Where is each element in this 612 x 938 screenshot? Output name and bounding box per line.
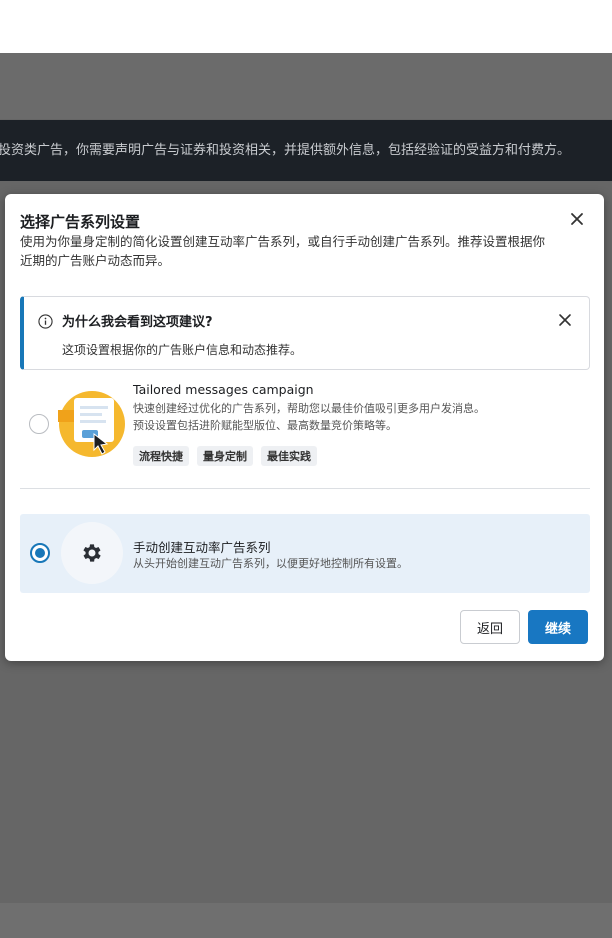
continue-button[interactable]: 继续 (528, 610, 588, 644)
radio-manual-engagement[interactable] (30, 543, 50, 563)
option-manual-engagement[interactable]: 手动创建互动率广告系列 从头开始创建互动广告系列，以便更好地控制所有设置。 (20, 514, 590, 593)
backdrop-header (0, 53, 612, 119)
close-icon[interactable] (568, 210, 586, 228)
dialog-description: 使用为你量身定制的简化设置创建互动率广告系列，或自行手动创建广告系列。推荐设置根… (20, 234, 546, 268)
campaign-setup-dialog: 选择广告系列设置 使用为你量身定制的简化设置创建互动率广告系列，或自行手动创建广… (5, 194, 604, 661)
back-button[interactable]: 返回 (460, 610, 520, 644)
info-icon (38, 314, 53, 329)
options-divider (20, 488, 590, 489)
tag-fast: 流程快捷 (133, 446, 189, 466)
info-title: 为什么我会看到这项建议? (62, 315, 213, 330)
option-title: 手动创建互动率广告系列 (133, 540, 271, 555)
option-title: Tailored messages campaign (133, 382, 314, 397)
gear-icon (83, 544, 101, 562)
notice-banner-text: 投资类广告，你需要声明广告与证券和投资相关，并提供额外信息，包括经验证的受益方和… (0, 143, 571, 158)
tailored-campaign-illustration-icon (58, 391, 125, 457)
top-bar (0, 0, 612, 53)
dismiss-info-icon[interactable] (557, 312, 573, 328)
tag-best-practice: 最佳实践 (261, 446, 317, 466)
recommendation-info-box: 为什么我会看到这项建议? 这项设置根据你的广告账户信息和动态推荐。 (20, 296, 590, 370)
tag-tailored: 量身定制 (197, 446, 253, 466)
gear-icon-container (61, 522, 123, 584)
notice-banner: 投资类广告，你需要声明广告与证券和投资相关，并提供额外信息，包括经验证的受益方和… (0, 120, 612, 181)
info-text: 这项设置根据你的广告账户信息和动态推荐。 (62, 343, 303, 357)
option-description: 从头开始创建互动广告系列，以便更好地控制所有设置。 (133, 557, 408, 570)
option-description-line1: 快速创建经过优化的广告系列，帮助您以最佳价值吸引更多用户发消息。 (133, 402, 485, 415)
option-tailored-messages[interactable]: Tailored messages campaign 快速创建经过优化的广告系列… (20, 382, 590, 472)
dialog-title: 选择广告系列设置 (20, 213, 141, 231)
option-description-line2: 预设设置包括进阶赋能型版位、最高数量竞价策略等。 (133, 419, 397, 432)
radio-tailored-messages[interactable] (29, 414, 49, 434)
option-tags: 流程快捷 量身定制 最佳实践 (133, 446, 317, 466)
backdrop-footer (0, 903, 612, 938)
